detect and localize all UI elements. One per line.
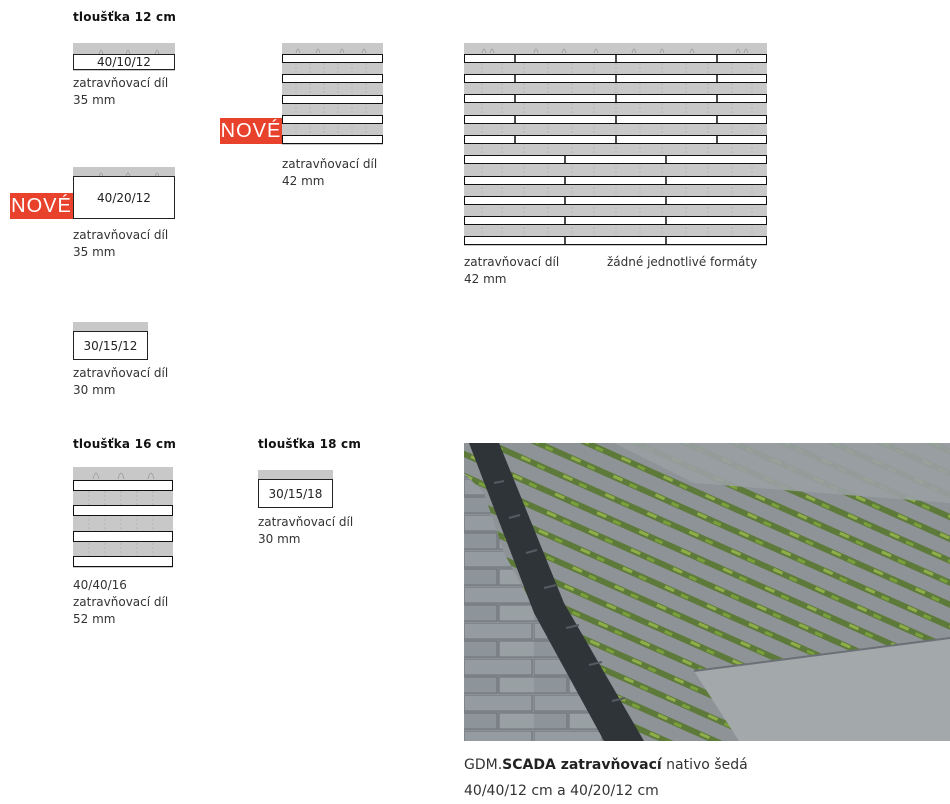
- format-label: 30/15/18: [258, 479, 333, 508]
- product-description: zatravňovací díl 35 mm: [73, 228, 169, 259]
- product-description: 40/40/16 zatravňovací díl 52 mm: [73, 578, 169, 626]
- format-label: 40/20/12: [73, 176, 175, 219]
- paving-photo-illustration: [464, 443, 950, 741]
- new-badge: NOVÉ: [10, 193, 73, 219]
- product-description: zatravňovací díl 30 mm: [73, 366, 169, 397]
- product-description: zatravňovací díl 42 mm: [464, 255, 560, 286]
- product-note: žádné jednotlivé formáty: [607, 255, 758, 269]
- slab-layout: [464, 54, 767, 245]
- format-label: 30/15/12: [73, 331, 148, 360]
- product-description: zatravňovací díl 35 mm: [73, 76, 169, 107]
- new-badge: NOVÉ: [220, 118, 282, 144]
- product-description: zatravňovací díl 30 mm: [258, 515, 354, 546]
- product-description: zatravňovací díl 42 mm: [282, 157, 378, 188]
- heading-thickness-18: tloušťka 18 cm: [258, 437, 362, 451]
- heading-thickness-12: tloušťka 12 cm: [73, 10, 177, 24]
- product-photo: [464, 443, 950, 741]
- photo-caption: GDM.SCADA zatravňovací nativo šedá 40/40…: [464, 757, 748, 799]
- heading-thickness-16: tloušťka 16 cm: [73, 437, 177, 451]
- format-label: 40/10/12: [73, 54, 175, 70]
